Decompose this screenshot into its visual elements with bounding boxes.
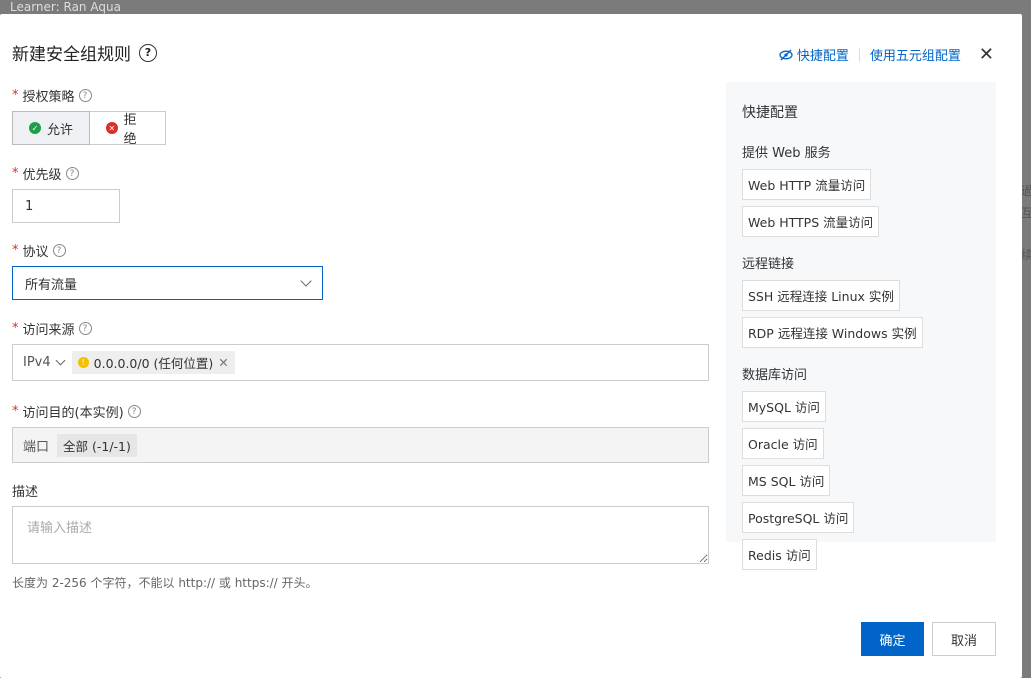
required-mark: * bbox=[12, 321, 19, 336]
destination-input: 端口 全部 (-1/-1) bbox=[12, 427, 709, 463]
background-peek-text: Learner: Ran Aqua bbox=[10, 0, 121, 14]
quick-config-panel: 快捷配置 提供 Web 服务 Web HTTP 流量访问 Web HTTPS 流… bbox=[726, 82, 996, 570]
source-tag-text: 0.0.0.0/0 (任何位置) bbox=[93, 356, 214, 371]
close-icon[interactable]: ✕ bbox=[979, 44, 994, 65]
question-icon[interactable]: ? bbox=[127, 405, 141, 418]
quick-item-ssh[interactable]: SSH 远程连接 Linux 实例 bbox=[742, 280, 900, 311]
required-mark: * bbox=[12, 88, 19, 103]
background-right-char: 過 bbox=[1021, 184, 1031, 198]
priority-label: * 优先级 ? bbox=[12, 164, 120, 183]
description-hint: 长度为 2-256 个字符，不能以 http:// 或 https:// 开头。 bbox=[12, 576, 318, 590]
destination-label: * 访问目的(本实例) ? bbox=[12, 402, 709, 421]
destination-label-text: 访问目的(本实例) bbox=[22, 406, 124, 421]
policy-deny-label: 拒绝 bbox=[123, 113, 137, 147]
question-icon[interactable]: ? bbox=[52, 244, 66, 257]
background-right-char: 互 bbox=[1021, 206, 1031, 220]
protocol-select-value: 所有流量 bbox=[25, 277, 78, 293]
quick-group-database: MySQL 访问 Oracle 访问 MS SQL 访问 PostgreSQL … bbox=[742, 391, 980, 576]
quick-item-mysql[interactable]: MySQL 访问 bbox=[742, 391, 826, 422]
security-group-rule-dialog: 新建安全组规则 ? 快捷配置 使用五元组配置 ✕ * 授权策略 ? ✓ 允许 ✕… bbox=[0, 14, 1022, 678]
cancel-button[interactable]: 取消 bbox=[932, 622, 996, 656]
required-mark: * bbox=[12, 404, 19, 419]
quick-item-redis[interactable]: Redis 访问 bbox=[742, 539, 817, 570]
source-field: * 访问来源 ? IPv4 ! 0.0.0.0/0 (任何位置) ✕ bbox=[12, 319, 709, 381]
priority-input[interactable]: 1 bbox=[12, 189, 120, 223]
top-links: 快捷配置 使用五元组配置 ✕ bbox=[779, 44, 994, 65]
required-mark: * bbox=[12, 166, 19, 181]
quick-item-web-http[interactable]: Web HTTP 流量访问 bbox=[742, 169, 872, 200]
description-label: 描述 bbox=[12, 485, 39, 500]
source-tag: ! 0.0.0.0/0 (任何位置) ✕ bbox=[71, 351, 235, 374]
confirm-button[interactable]: 确定 bbox=[861, 622, 924, 656]
question-icon[interactable]: ? bbox=[65, 167, 79, 180]
check-circle-icon: ✓ bbox=[29, 122, 41, 134]
destination-field: * 访问目的(本实例) ? 端口 全部 (-1/-1) bbox=[12, 402, 709, 463]
destination-tag: 全部 (-1/-1) bbox=[57, 433, 137, 457]
protocol-label-text: 协议 bbox=[22, 245, 49, 260]
policy-allow-label: 允许 bbox=[47, 122, 74, 138]
dialog-footer: 确定 取消 bbox=[861, 622, 996, 656]
protocol-field: * 协议 ? 所有流量 bbox=[12, 241, 323, 300]
priority-label-text: 优先级 bbox=[22, 168, 62, 183]
quick-config-link[interactable]: 快捷配置 bbox=[779, 45, 849, 64]
quick-group-title: 提供 Web 服务 bbox=[742, 146, 831, 161]
dialog-title: 新建安全组规则 ? bbox=[12, 40, 157, 65]
quick-item-oracle[interactable]: Oracle 访问 bbox=[742, 428, 824, 459]
destination-prefix: 端口 bbox=[23, 439, 50, 455]
policy-allow-button[interactable]: ✓ 允许 bbox=[12, 111, 90, 145]
policy-toggle: ✓ 允许 ✕ 拒绝 bbox=[12, 111, 166, 147]
policy-label-text: 授权策略 bbox=[22, 90, 75, 105]
policy-field: * 授权策略 ? ✓ 允许 ✕ 拒绝 bbox=[12, 86, 166, 147]
question-icon[interactable]: ? bbox=[78, 89, 92, 102]
quick-item-mssql[interactable]: MS SQL 访问 bbox=[742, 465, 831, 496]
help-icon[interactable]: ? bbox=[139, 43, 157, 62]
quick-config-link-label: 快捷配置 bbox=[796, 49, 849, 64]
description-field: 描述 长度为 2-256 个字符，不能以 http:// 或 https:// … bbox=[12, 481, 709, 591]
chevron-down-icon bbox=[300, 275, 312, 287]
ip-version-select[interactable]: IPv4 bbox=[23, 355, 66, 370]
x-circle-icon: ✕ bbox=[106, 122, 118, 134]
source-input[interactable]: IPv4 ! 0.0.0.0/0 (任何位置) ✕ bbox=[12, 344, 709, 381]
policy-label: * 授权策略 ? bbox=[12, 86, 166, 105]
eye-slash-icon bbox=[779, 49, 793, 60]
quick-item-rdp[interactable]: RDP 远程连接 Windows 实例 bbox=[742, 317, 923, 348]
link-divider bbox=[858, 47, 860, 62]
source-label: * 访问来源 ? bbox=[12, 319, 709, 338]
source-label-text: 访问来源 bbox=[22, 323, 75, 338]
quick-config-title: 快捷配置 bbox=[742, 105, 798, 121]
protocol-select[interactable]: 所有流量 bbox=[12, 266, 323, 300]
policy-deny-button[interactable]: ✕ 拒绝 bbox=[90, 111, 166, 147]
quick-group-web: Web HTTP 流量访问 Web HTTPS 流量访问 bbox=[742, 169, 980, 243]
question-icon[interactable]: ? bbox=[78, 322, 92, 335]
dialog-title-text: 新建安全组规则 bbox=[12, 45, 131, 65]
ip-version-value: IPv4 bbox=[23, 355, 51, 370]
quick-group-title: 远程链接 bbox=[742, 257, 795, 272]
quick-item-postgresql[interactable]: PostgreSQL 访问 bbox=[742, 502, 855, 533]
chevron-down-icon bbox=[55, 355, 66, 366]
quick-item-web-https[interactable]: Web HTTPS 流量访问 bbox=[742, 206, 880, 237]
five-tuple-link[interactable]: 使用五元组配置 bbox=[870, 45, 961, 64]
description-textarea[interactable] bbox=[12, 506, 709, 564]
required-mark: * bbox=[12, 243, 19, 258]
quick-group-remote: SSH 远程连接 Linux 实例 RDP 远程连接 Windows 实例 bbox=[742, 280, 980, 354]
quick-group-title: 数据库访问 bbox=[742, 368, 808, 383]
background-right-char: 续 bbox=[1021, 248, 1031, 262]
priority-field: * 优先级 ? 1 bbox=[12, 164, 120, 223]
tag-remove-icon[interactable]: ✕ bbox=[218, 355, 228, 370]
warning-icon: ! bbox=[77, 357, 89, 368]
protocol-label: * 协议 ? bbox=[12, 241, 323, 260]
